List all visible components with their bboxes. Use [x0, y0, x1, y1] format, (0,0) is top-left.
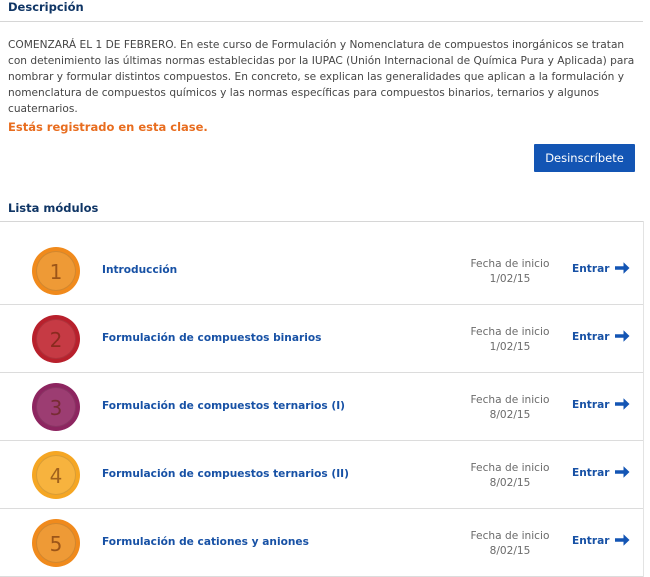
start-date-label: Fecha de inicio — [470, 258, 550, 270]
enter-label: Entrar — [572, 331, 610, 343]
start-date: Fecha de inicio 8/02/15 — [462, 461, 558, 491]
module-number-badge: 4 — [32, 451, 80, 499]
start-date-value: 8/02/15 — [489, 409, 531, 421]
start-date: Fecha de inicio 1/02/15 — [462, 325, 558, 355]
start-date-value: 1/02/15 — [489, 341, 531, 353]
start-date-label: Fecha de inicio — [470, 530, 550, 542]
module-row: 1 Introducción Fecha de inicio 1/02/15 E… — [0, 237, 643, 305]
module-number-badge: 3 — [32, 383, 80, 431]
module-number-badge: 1 — [32, 247, 80, 295]
registration-status: Estás registrado en esta clase. — [8, 120, 208, 134]
module-list: 1 Introducción Fecha de inicio 1/02/15 E… — [0, 237, 643, 577]
module-row: 2 Formulación de compuestos binarios Fec… — [0, 305, 643, 373]
modules-divider — [0, 221, 643, 222]
enter-module-link[interactable]: Entrar — [572, 466, 630, 480]
start-date-label: Fecha de inicio — [470, 462, 550, 474]
start-date: Fecha de inicio 8/02/15 — [462, 529, 558, 559]
arrow-right-icon — [615, 330, 630, 342]
arrow-right-icon — [615, 534, 630, 546]
module-title-link[interactable]: Introducción — [102, 264, 177, 276]
description-divider — [0, 21, 643, 22]
module-number-badge: 2 — [32, 315, 80, 363]
module-title-link[interactable]: Formulación de compuestos ternarios (II) — [102, 468, 349, 480]
enter-module-link[interactable]: Entrar — [572, 330, 630, 344]
start-date-value: 8/02/15 — [489, 545, 531, 557]
content-edge-line — [643, 221, 644, 577]
arrow-right-icon — [615, 398, 630, 410]
unsubscribe-button[interactable]: Desinscríbete — [534, 144, 635, 172]
module-row: 3 Formulación de compuestos ternarios (I… — [0, 373, 643, 441]
enter-label: Entrar — [572, 399, 610, 411]
modules-heading: Lista módulos — [8, 201, 99, 215]
start-date-label: Fecha de inicio — [470, 326, 550, 338]
module-title-link[interactable]: Formulación de compuestos binarios — [102, 332, 321, 344]
enter-label: Entrar — [572, 535, 610, 547]
start-date: Fecha de inicio 8/02/15 — [462, 393, 558, 423]
module-row: 4 Formulación de compuestos ternarios (I… — [0, 441, 643, 509]
arrow-right-icon — [615, 466, 630, 478]
module-title-link[interactable]: Formulación de cationes y aniones — [102, 536, 309, 548]
enter-module-link[interactable]: Entrar — [572, 262, 630, 276]
start-date: Fecha de inicio 1/02/15 — [462, 257, 558, 287]
module-number-badge: 5 — [32, 519, 80, 567]
module-title-link[interactable]: Formulación de compuestos ternarios (I) — [102, 400, 345, 412]
module-row: 5 Formulación de cationes y aniones Fech… — [0, 509, 643, 577]
enter-module-link[interactable]: Entrar — [572, 398, 630, 412]
course-description: COMENZARÁ EL 1 DE FEBRERO. En este curso… — [8, 39, 635, 115]
enter-label: Entrar — [572, 467, 610, 479]
enter-module-link[interactable]: Entrar — [572, 534, 630, 548]
start-date-value: 1/02/15 — [489, 273, 531, 285]
arrow-right-icon — [615, 262, 630, 274]
start-date-value: 8/02/15 — [489, 477, 531, 489]
start-date-label: Fecha de inicio — [470, 394, 550, 406]
enter-label: Entrar — [572, 263, 610, 275]
description-heading: Descripción — [8, 0, 84, 14]
